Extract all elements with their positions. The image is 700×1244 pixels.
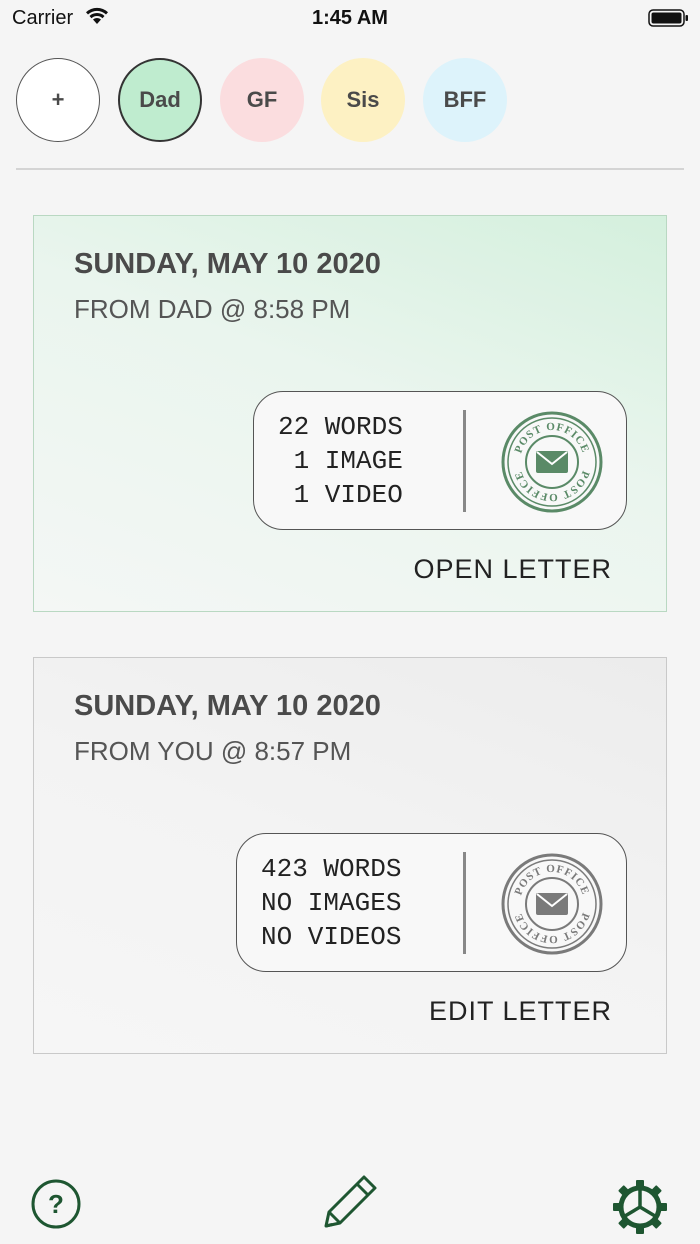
edit-letter-button[interactable]: EDIT LETTER xyxy=(429,996,612,1027)
contact-chip-label: Dad xyxy=(139,87,181,112)
contact-chip-gf[interactable]: GF xyxy=(220,58,304,142)
svg-text:POST OFFICE: POST OFFICE xyxy=(512,863,591,897)
letter-stats-box: 423 WORDS NO IMAGES NO VIDEOS POST OFFIC… xyxy=(236,833,627,972)
letter-card[interactable]: SUNDAY, MAY 10 2020 FROM DAD @ 8:58 PM 2… xyxy=(33,215,667,612)
svg-text:POST OFFICE: POST OFFICE xyxy=(512,469,591,503)
open-letter-button[interactable]: OPEN LETTER xyxy=(413,554,612,585)
contact-chip-label: GF xyxy=(246,87,278,112)
status-time: 1:45 AM xyxy=(312,7,388,29)
contact-chip-sis[interactable]: Sis xyxy=(321,58,405,142)
letter-stats-text: 22 WORDS 1 IMAGE 1 VIDEO xyxy=(278,412,403,510)
contact-chip-dad[interactable]: Dad xyxy=(118,58,202,142)
status-bar: Carrier 1:45 AM xyxy=(0,0,700,40)
contact-chip-label: Sis xyxy=(346,87,380,112)
question-circle-icon[interactable]: ? xyxy=(30,1178,82,1230)
svg-text:POST OFFICE: POST OFFICE xyxy=(512,911,591,945)
letter-stats-box: 22 WORDS 1 IMAGE 1 VIDEO POST OFFICE POST… xyxy=(253,391,627,530)
contact-chip-label: BFF xyxy=(443,87,487,112)
battery-icon xyxy=(648,9,688,27)
stats-separator xyxy=(463,852,466,954)
svg-text:POST OFFICE: POST OFFICE xyxy=(512,421,591,455)
letter-sender-time: FROM YOU @ 8:57 PM xyxy=(74,736,352,766)
svg-text:?: ? xyxy=(48,1189,64,1219)
stats-separator xyxy=(463,410,466,512)
contact-chip-bff[interactable]: BFF xyxy=(423,58,507,142)
add-contact-label: + xyxy=(51,87,65,112)
add-contact-button[interactable]: + xyxy=(16,58,100,142)
post-office-stamp-icon: POST OFFICE POST OFFICE xyxy=(501,411,603,513)
letter-stats-text: 423 WORDS NO IMAGES NO VIDEOS xyxy=(261,854,402,952)
letter-date: SUNDAY, MAY 10 2020 xyxy=(74,248,381,280)
gear-icon[interactable] xyxy=(611,1178,669,1236)
header-divider xyxy=(16,168,684,170)
letter-card[interactable]: SUNDAY, MAY 10 2020 FROM YOU @ 8:57 PM 4… xyxy=(33,657,667,1054)
post-office-stamp-icon: POST OFFICE POST OFFICE xyxy=(501,853,603,955)
letter-date: SUNDAY, MAY 10 2020 xyxy=(74,690,381,722)
pencil-icon[interactable] xyxy=(320,1172,380,1232)
letter-sender-time: FROM DAD @ 8:58 PM xyxy=(74,294,351,324)
